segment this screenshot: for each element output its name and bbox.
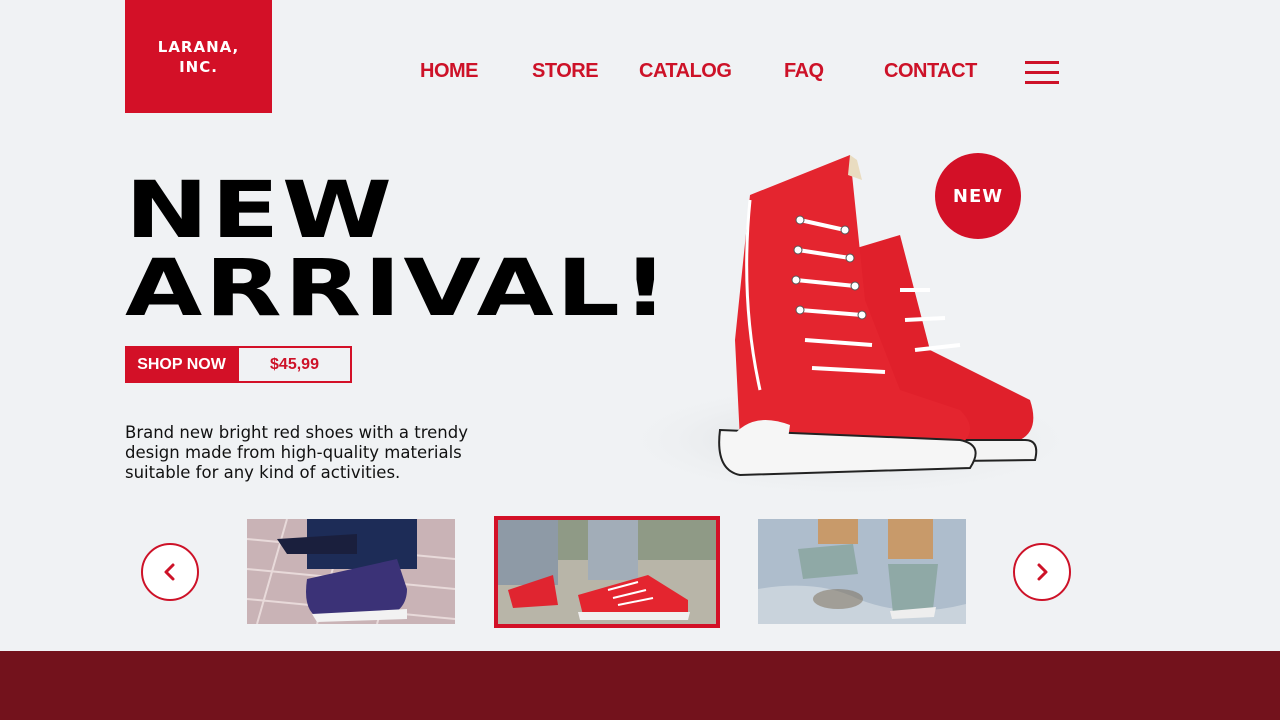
hamburger-menu-icon[interactable] [1025, 61, 1059, 85]
nav-item-faq[interactable]: FAQ [784, 60, 824, 83]
new-badge: NEW [935, 153, 1021, 239]
chevron-left-icon [164, 563, 175, 581]
shop-now-button[interactable]: SHOP NOW [125, 346, 238, 383]
nav-item-home[interactable]: HOME [420, 60, 479, 83]
carousel-thumbnail-red-sneakers[interactable] [494, 516, 720, 628]
page-footer [0, 651, 1280, 720]
nav-item-catalog[interactable]: CATALOG [639, 60, 732, 83]
main-nav: HOME STORE CATALOG FAQ CONTACT [0, 60, 1280, 86]
nav-item-store[interactable]: STORE [532, 60, 599, 83]
brand-name-line1: LARANA, [157, 37, 240, 56]
product-description: Brand new bright red shoes with a trendy… [125, 423, 469, 482]
headline-line1: NEW [125, 166, 395, 256]
brand-logo[interactable]: LARANA, INC. [125, 0, 272, 113]
headline-line2: ARRIVAL! [125, 244, 671, 334]
nav-item-contact[interactable]: CONTACT [884, 60, 977, 83]
carousel-prev-button[interactable] [141, 543, 199, 601]
carousel-thumbnail-grey-sneakers[interactable] [758, 519, 966, 624]
carousel-next-button[interactable] [1013, 543, 1071, 601]
carousel-thumbnail-navy-sneakers[interactable] [247, 519, 455, 624]
price-tag: $45,99 [237, 346, 352, 383]
chevron-right-icon [1037, 563, 1048, 581]
hero-headline: NEW ARRIVAL! [125, 172, 671, 328]
